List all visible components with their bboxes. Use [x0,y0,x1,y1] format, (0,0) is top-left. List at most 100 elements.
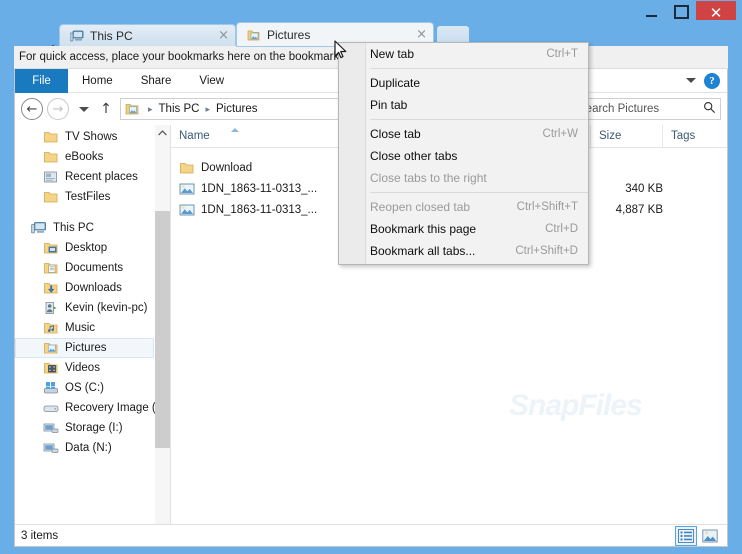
scroll-up-arrow[interactable] [155,125,170,141]
nav-item-label: This PC [53,222,94,234]
menu-item-pin-tab[interactable]: Pin tab [339,94,588,116]
tab-this-pc[interactable]: This PC × [60,25,235,46]
close-icon[interactable]: × [402,28,427,41]
ribbon-tab-label: View [199,75,225,87]
drive-icon [43,400,59,416]
nav-item-this-pc[interactable]: This PC [15,218,170,238]
scrollbar-thumb[interactable] [155,211,170,448]
nav-item-testfiles[interactable]: TestFiles [15,187,170,207]
ribbon-tab-file[interactable]: File [15,69,68,93]
column-header-label: Size [599,130,622,142]
ribbon-tab-label: Share [140,75,172,87]
this-pc-icon [69,29,84,43]
nav-item-ebooks[interactable]: eBooks [15,147,170,167]
user-folder-icon [43,300,59,316]
menu-item-bookmark-this-page[interactable]: Bookmark this page Ctrl+D [339,218,588,240]
nav-item-downloads[interactable]: Downloads [15,278,170,298]
file-size: 4,887 KB [615,204,663,216]
ribbon-tab-share[interactable]: Share [127,69,186,93]
nav-item-os-c[interactable]: OS (C:) [15,378,170,398]
documents-folder-icon [43,260,59,276]
menu-item-shortcut: Ctrl+Shift+T [516,201,578,213]
nav-item-data-n[interactable]: Data (N:) [15,438,170,458]
nav-item-desktop[interactable]: Desktop [15,238,170,258]
close-icon[interactable]: × [204,29,229,42]
folder-icon [43,129,59,145]
videos-folder-icon [43,360,59,376]
menu-item-close-other-tabs[interactable]: Close other tabs [339,145,588,167]
ribbon-tab-label: Home [82,75,113,87]
image-file-icon [179,202,195,218]
menu-item-label: Bookmark all tabs... [370,244,476,258]
watermark: SnapFiles [509,389,643,423]
menu-item-label: Close tabs to the right [370,171,487,185]
menu-item-duplicate[interactable]: Duplicate [339,72,588,94]
nav-item-label: OS (C:) [65,382,104,394]
bookmark-bar-text: For quick access, place your bookmarks h… [19,51,368,63]
folder-icon [43,189,59,205]
nav-item-label: Desktop [65,242,108,254]
downloads-folder-icon [43,280,59,296]
nav-item-recent-places[interactable]: Recent places [15,167,170,187]
history-dropdown-icon[interactable] [76,106,92,112]
chevron-down-icon[interactable] [686,78,696,83]
nav-item-recovery-image[interactable]: Recovery Image ( [15,398,170,418]
menu-separator [370,119,588,120]
menu-item-shortcut: Ctrl+D [545,223,578,235]
nav-item-label: Data (N:) [65,442,112,454]
column-header-size[interactable]: Size [591,125,663,147]
nav-item-pictures[interactable]: Pictures [15,338,154,358]
os-drive-icon [43,380,59,396]
nav-item-label: Storage (I:) [65,422,123,434]
breadcrumb-separator: ▸ [205,103,210,114]
nav-item-music[interactable]: Music [15,318,170,338]
menu-item-shortcut: Ctrl+Shift+D [515,245,578,257]
nav-item-videos[interactable]: Videos [15,358,170,378]
nav-item-tv-shows[interactable]: TV Shows [15,127,170,147]
navigation-pane: TV Shows eBooks Recent places TestFiles … [15,125,170,545]
status-bar: 3 items [15,524,727,546]
menu-item-close-tab[interactable]: Close tab Ctrl+W [339,123,588,145]
forward-button[interactable]: → [47,98,69,120]
column-header-tags[interactable]: Tags [663,125,727,147]
breadcrumb-pictures[interactable]: Pictures [216,103,258,115]
nav-item-label: Kevin (kevin-pc) [65,302,148,314]
ribbon-tab-label: File [32,75,51,87]
breadcrumb-this-pc[interactable]: This PC [159,103,200,115]
menu-item-label: Close other tabs [370,149,458,163]
menu-item-bookmark-all-tabs[interactable]: Bookmark all tabs... Ctrl+Shift+D [339,240,588,262]
nav-item-label: Documents [65,262,124,274]
nav-item-label: TestFiles [65,191,111,203]
navigation-pane-scrollbar[interactable] [155,125,170,545]
nav-item-kevin[interactable]: Kevin (kevin-pc) [15,298,170,318]
nav-item-storage-i[interactable]: Storage (I:) [15,418,170,438]
network-drive-icon [43,440,59,456]
item-count-label: 3 items [21,529,59,542]
this-pc-icon [31,220,47,236]
search-icon[interactable] [703,101,716,117]
ribbon-tab-view[interactable]: View [185,69,238,93]
search-input[interactable]: Search Pictures [573,98,721,120]
watermark-text: SnapFiles [509,389,643,422]
desktop-folder-icon [43,240,59,256]
nav-item-documents[interactable]: Documents [15,258,170,278]
title-bar: ✕ [0,0,742,25]
up-button[interactable]: ↑ [97,101,115,117]
file-name: 1DN_1863-11-0313_... [201,183,318,195]
menu-item-new-tab[interactable]: New tab Ctrl+T [339,43,588,65]
ribbon-tab-home[interactable]: Home [68,69,127,93]
recent-places-icon [43,169,59,185]
large-icons-view-icon[interactable] [699,526,721,546]
sort-ascending-icon [231,128,239,132]
menu-item-shortcut: Ctrl+W [542,128,578,140]
folder-icon [43,149,59,165]
details-view-icon[interactable] [675,525,697,546]
nav-item-label: eBooks [65,151,104,163]
menu-item-label: Close tab [370,127,421,141]
back-button[interactable]: ← [21,98,43,120]
nav-item-label: Downloads [65,282,122,294]
nav-item-label: Pictures [65,342,107,354]
help-icon[interactable]: ? [704,72,720,89]
file-size: 340 KB [625,183,663,195]
